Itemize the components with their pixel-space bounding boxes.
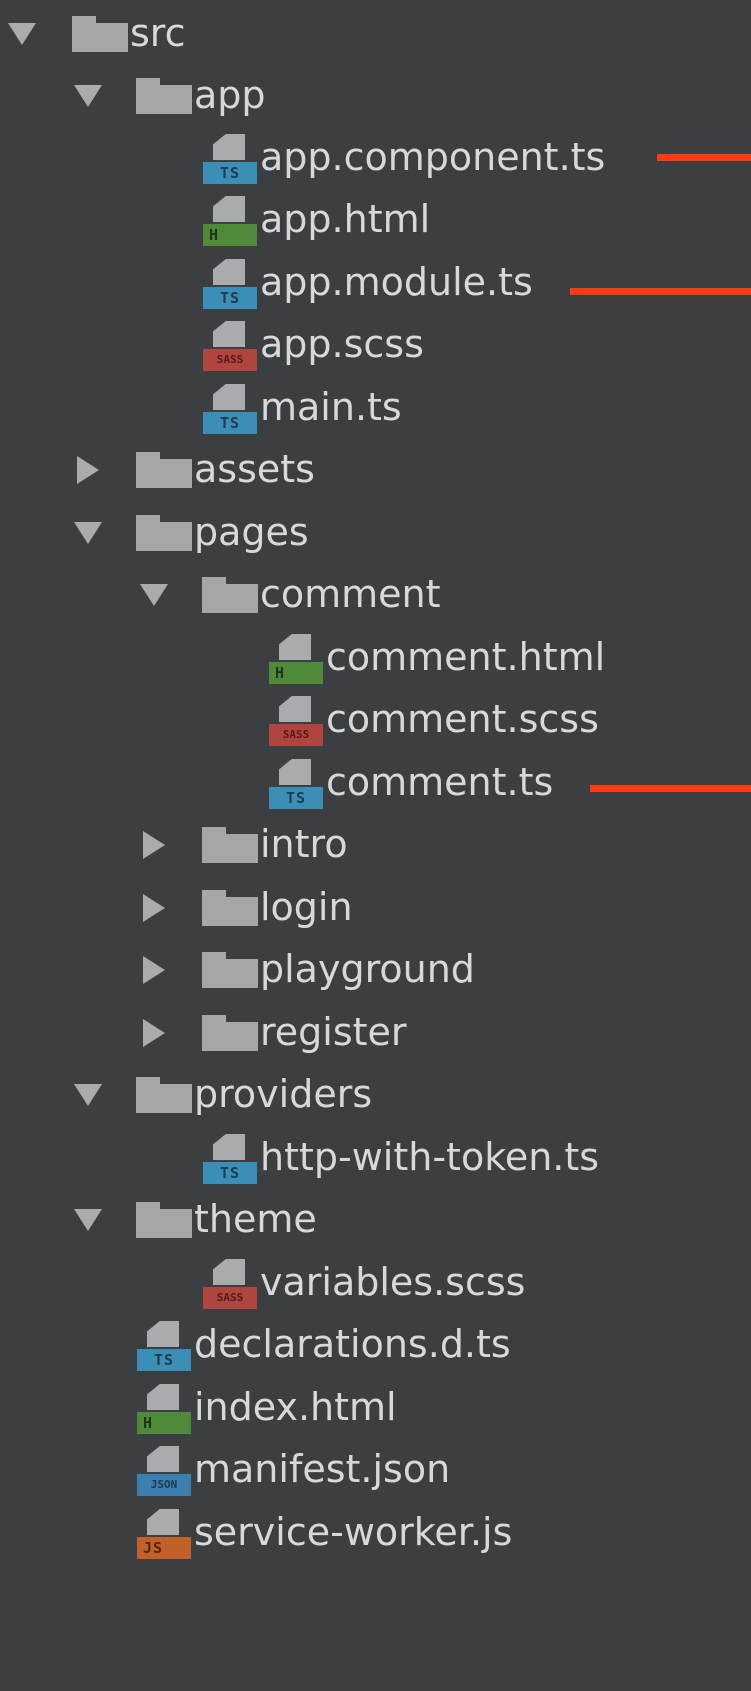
- folder-label: intro: [260, 822, 348, 866]
- expand-arrow-down-icon[interactable]: [134, 561, 174, 628]
- expand-arrow-right-icon[interactable]: [134, 811, 174, 878]
- file-label: variables.scss: [260, 1260, 526, 1304]
- json-file-icon: JSON: [137, 1446, 191, 1496]
- folder-icon: [136, 515, 192, 551]
- expand-arrow-down-icon[interactable]: [68, 62, 108, 129]
- expand-arrow-down-icon[interactable]: [68, 499, 108, 566]
- typescript-file-icon: TS: [269, 759, 323, 809]
- tree-row-app[interactable]: app: [0, 62, 751, 129]
- tree-row-comment-ts[interactable]: TS comment.ts: [0, 749, 751, 816]
- folder-icon: [202, 890, 258, 926]
- tree-row-app-module[interactable]: TS app.module.ts: [0, 249, 751, 316]
- file-label: comment.html: [326, 635, 606, 679]
- typescript-file-icon: TS: [203, 259, 257, 309]
- expand-arrow-down-icon[interactable]: [68, 1186, 108, 1253]
- typescript-file-icon: TS: [137, 1321, 191, 1371]
- tree-row-app-html[interactable]: H app.html: [0, 186, 751, 253]
- tree-row-manifest[interactable]: JSON manifest.json: [0, 1436, 751, 1503]
- file-label: http-with-token.ts: [260, 1135, 600, 1179]
- file-label: manifest.json: [194, 1447, 451, 1491]
- annotation-line-app-module: [570, 288, 751, 295]
- folder-label: pages: [194, 510, 309, 554]
- tree-row-main-ts[interactable]: TS main.ts: [0, 374, 751, 441]
- tree-row-variables-scss[interactable]: SASS variables.scss: [0, 1249, 751, 1316]
- javascript-file-icon: JS: [137, 1509, 191, 1559]
- file-label: comment.ts: [326, 760, 554, 804]
- folder-icon: [72, 16, 128, 52]
- folder-label: src: [130, 11, 186, 55]
- tree-row-assets[interactable]: assets: [0, 436, 751, 503]
- expand-arrow-right-icon[interactable]: [134, 936, 174, 1003]
- expand-arrow-down-icon[interactable]: [2, 0, 42, 67]
- tree-row-comment-html[interactable]: H comment.html: [0, 624, 751, 691]
- project-file-tree: src app TS app.component.ts H app.html T…: [0, 0, 751, 1691]
- folder-label: playground: [260, 947, 475, 991]
- typescript-file-icon: TS: [203, 134, 257, 184]
- file-label: index.html: [194, 1385, 397, 1429]
- folder-label: assets: [194, 447, 315, 491]
- tree-row-app-component[interactable]: TS app.component.ts: [0, 124, 751, 191]
- file-label: app.scss: [260, 322, 424, 366]
- tree-row-theme[interactable]: theme: [0, 1186, 751, 1253]
- tree-row-declarations[interactable]: TS declarations.d.ts: [0, 1311, 751, 1378]
- folder-icon: [136, 1202, 192, 1238]
- tree-row-index-html[interactable]: H index.html: [0, 1374, 751, 1441]
- annotation-line-comment-ts: [590, 785, 751, 792]
- file-label: declarations.d.ts: [194, 1322, 511, 1366]
- sass-file-icon: SASS: [269, 696, 323, 746]
- folder-icon: [202, 952, 258, 988]
- folder-label: login: [260, 885, 353, 929]
- file-label: comment.scss: [326, 697, 599, 741]
- expand-arrow-right-icon[interactable]: [134, 999, 174, 1066]
- tree-row-intro[interactable]: intro: [0, 811, 751, 878]
- typescript-file-icon: TS: [203, 384, 257, 434]
- tree-row-app-scss[interactable]: SASS app.scss: [0, 311, 751, 378]
- file-label: app.component.ts: [260, 135, 606, 179]
- expand-arrow-right-icon[interactable]: [134, 874, 174, 941]
- tree-row-comment-scss[interactable]: SASS comment.scss: [0, 686, 751, 753]
- tree-row-comment[interactable]: comment: [0, 561, 751, 628]
- folder-label: app: [194, 73, 266, 117]
- sass-file-icon: SASS: [203, 321, 257, 371]
- html-file-icon: H: [269, 634, 323, 684]
- annotation-line-app-component: [657, 154, 751, 161]
- folder-label: providers: [194, 1072, 373, 1116]
- folder-icon: [202, 827, 258, 863]
- folder-icon: [136, 1077, 192, 1113]
- expand-arrow-right-icon[interactable]: [68, 436, 108, 503]
- tree-row-src[interactable]: src: [0, 0, 751, 67]
- tree-row-providers[interactable]: providers: [0, 1061, 751, 1128]
- tree-row-pages[interactable]: pages: [0, 499, 751, 566]
- tree-row-playground[interactable]: playground: [0, 936, 751, 1003]
- folder-label: register: [260, 1010, 407, 1054]
- tree-row-http-with-token[interactable]: TS http-with-token.ts: [0, 1124, 751, 1191]
- file-label: service-worker.js: [194, 1510, 513, 1554]
- folder-icon: [202, 1015, 258, 1051]
- folder-icon: [136, 78, 192, 114]
- file-label: app.module.ts: [260, 260, 533, 304]
- tree-row-login[interactable]: login: [0, 874, 751, 941]
- expand-arrow-down-icon[interactable]: [68, 1061, 108, 1128]
- html-file-icon: H: [203, 196, 257, 246]
- typescript-file-icon: TS: [203, 1134, 257, 1184]
- folder-label: theme: [194, 1197, 317, 1241]
- file-label: app.html: [260, 197, 431, 241]
- sass-file-icon: SASS: [203, 1259, 257, 1309]
- folder-icon: [136, 452, 192, 488]
- file-label: main.ts: [260, 385, 402, 429]
- folder-icon: [202, 577, 258, 613]
- folder-label: comment: [260, 572, 441, 616]
- html-file-icon: H: [137, 1384, 191, 1434]
- tree-row-service-worker[interactable]: JS service-worker.js: [0, 1499, 751, 1566]
- tree-row-register[interactable]: register: [0, 999, 751, 1066]
